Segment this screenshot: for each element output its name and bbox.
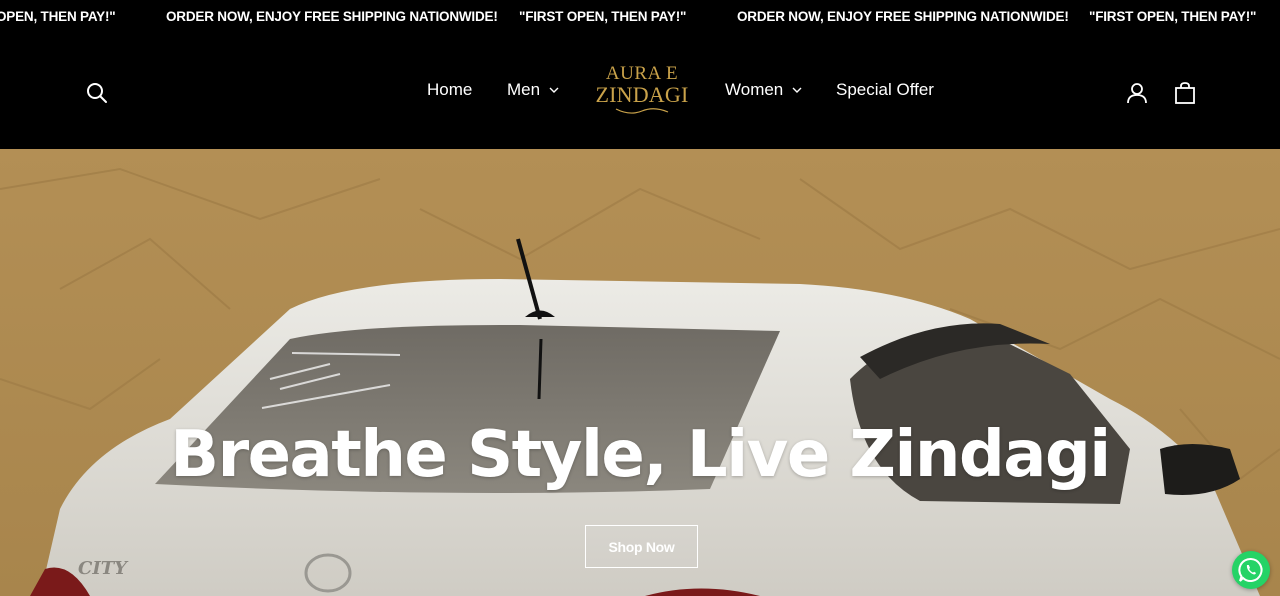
- whatsapp-button[interactable]: [1232, 551, 1270, 589]
- account-icon: [1127, 83, 1147, 104]
- announcement-message: "FIRST OPEN, THEN PAY!": [1089, 9, 1257, 24]
- nav-women[interactable]: Women: [725, 80, 803, 100]
- site-logo[interactable]: AURA E ZINDAGI: [594, 64, 690, 122]
- hero-banner: CITY Breathe Style, Live Zindagi Shop No…: [0, 149, 1280, 596]
- shop-now-button[interactable]: Shop Now: [585, 525, 698, 568]
- logo-line-1: AURA E: [605, 63, 679, 84]
- nav-men[interactable]: Men: [507, 80, 560, 100]
- hero-title: Breathe Style, Live Zindagi: [170, 418, 1111, 492]
- svg-text:CITY: CITY: [78, 558, 129, 579]
- announcement-message: OPEN, THEN PAY!": [0, 9, 116, 24]
- nav-special-offer-label: Special Offer: [836, 80, 934, 99]
- nav-home-label: Home: [427, 80, 473, 99]
- chevron-down-icon: [792, 87, 802, 93]
- announcement-message: ORDER NOW, ENJOY FREE SHIPPING NATIONWID…: [166, 9, 498, 24]
- announcement-message: ORDER NOW, ENJOY FREE SHIPPING NATIONWID…: [737, 9, 1069, 24]
- announcement-bar: OPEN, THEN PAY!" ORDER NOW, ENJOY FREE S…: [0, 0, 1280, 34]
- nav-home[interactable]: Home: [427, 80, 472, 100]
- nav-men-label: Men: [507, 80, 541, 99]
- site-header: Home Men Women Special Offer AURA E ZIND…: [0, 34, 1280, 149]
- account-button[interactable]: [1123, 79, 1151, 107]
- logo-line-2: ZINDAGI: [595, 82, 689, 107]
- announcement-track: OPEN, THEN PAY!" ORDER NOW, ENJOY FREE S…: [0, 9, 1280, 25]
- logo-flourish-icon: [615, 108, 669, 114]
- nav-women-label: Women: [725, 80, 784, 99]
- cart-icon: [1175, 82, 1195, 104]
- whatsapp-icon: [1238, 558, 1263, 582]
- cart-button[interactable]: [1171, 79, 1199, 107]
- nav-special-offer[interactable]: Special Offer: [836, 80, 934, 100]
- announcement-message: "FIRST OPEN, THEN PAY!": [519, 9, 687, 24]
- chevron-down-icon: [549, 87, 559, 93]
